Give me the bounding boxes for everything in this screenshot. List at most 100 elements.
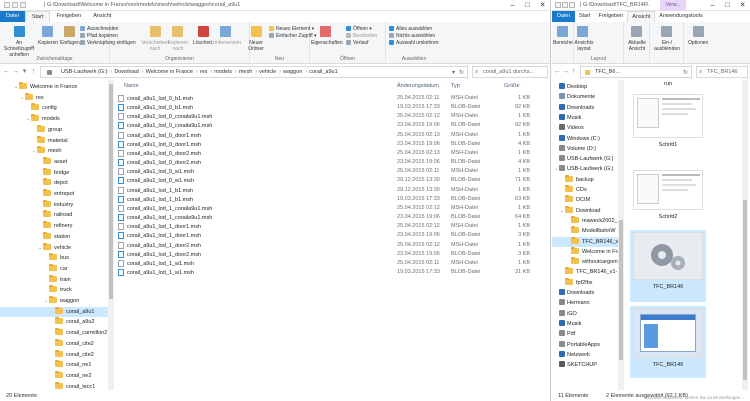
search-box[interactable]: ⌕ corail_a9u1 durchs... — [472, 66, 548, 78]
file-row[interactable]: corail_a9u1_lod_1_coraila9u1.msh 25.04.20… — [116, 204, 530, 213]
tree-item[interactable]: TFC_BR146_v1- — [552, 267, 618, 277]
breadcrumb-item[interactable]: Welcome in France — [146, 69, 193, 75]
tab-view[interactable]: Ansicht — [87, 11, 117, 22]
search-box[interactable]: ⌕ TFC_BR146 — [696, 66, 748, 78]
tree-item[interactable]: train — [0, 274, 108, 285]
tree-item[interactable]: corail_cite2 — [0, 338, 108, 349]
close-button[interactable]: ✕ — [735, 0, 750, 11]
breadcrumb-item[interactable]: res — [200, 69, 208, 75]
file-row[interactable]: corail_a9u1_lod_0_b1.msh 25.04.2015 02:11… — [116, 94, 530, 103]
up-button[interactable]: ↑ — [29, 66, 38, 78]
nav-scroll-thumb[interactable] — [619, 220, 623, 360]
thumbnail-tile[interactable]: Schritt1 — [630, 92, 706, 156]
file-row[interactable]: corail_a9u1_lod_1_door1.msh 23.04.2015 19… — [116, 231, 530, 240]
open-button[interactable]: Öffnen ▾ — [346, 26, 372, 32]
tree-item[interactable]: corail_a9u2 — [0, 317, 108, 327]
recent-button[interactable]: ▾ — [20, 66, 29, 78]
tree-item[interactable]: iGO — [552, 309, 618, 319]
column-date[interactable]: Änderungsdatum — [397, 83, 439, 92]
tree-item[interactable]: CDs — [552, 185, 618, 195]
tree-item[interactable]: Musik — [552, 113, 618, 123]
tree-item[interactable]: asset — [0, 156, 108, 167]
tree-item[interactable]: corail_carmillon2 — [0, 328, 108, 338]
tree-item[interactable]: depot — [0, 178, 108, 188]
tree-item[interactable]: ⌄ models — [0, 114, 108, 124]
breadcrumb-item[interactable]: TFC_B6... — [595, 69, 620, 75]
breadcrumb-item[interactable]: vehicle — [259, 69, 276, 75]
minimize-button[interactable]: – — [505, 0, 520, 11]
tree-item[interactable]: bus — [0, 253, 108, 263]
breadcrumb-item[interactable]: waggon — [283, 69, 302, 75]
tab-view[interactable]: Ansicht — [627, 11, 656, 22]
breadcrumb-separator-icon[interactable]: › — [196, 69, 198, 75]
tree-item[interactable]: PortableApps — [552, 340, 618, 350]
panes-button[interactable]: Bereiche — [553, 40, 573, 46]
tree-item[interactable]: car — [0, 263, 108, 274]
tree-item[interactable]: Pdf — [552, 329, 618, 339]
file-row[interactable]: corail_a9u1_lod_1_w1.msh 25.04.2015 02:11… — [116, 259, 530, 268]
maximize-button[interactable]: □ — [720, 0, 735, 11]
new-folder-button[interactable]: Neuer Ordner — [244, 40, 268, 52]
file-row[interactable]: corail_a9u1_lod_1_w1.msh 19.03.2015 17:33… — [116, 268, 530, 277]
tab-start[interactable]: Start — [575, 11, 595, 22]
tree-item[interactable]: ⌄ mesh — [0, 146, 108, 156]
tree-item[interactable]: Downloads — [552, 288, 618, 298]
refresh-icon[interactable]: ↻ — [683, 69, 688, 76]
breadcrumb-separator-icon[interactable]: › — [210, 69, 212, 75]
tree-item[interactable]: SKETCHUP — [552, 360, 618, 370]
rename-button[interactable]: Umbenennen — [211, 40, 241, 46]
tree-item[interactable]: Musik — [552, 319, 618, 329]
file-row[interactable]: corail_a9u1_lod_0_coraila9u1.msh 23.04.20… — [116, 121, 530, 130]
quick-access-icon[interactable] — [4, 2, 10, 8]
tree-item[interactable]: corail_ne1 — [0, 360, 108, 370]
copy-to-button[interactable]: Kopieren nach — [165, 40, 191, 52]
breadcrumb-separator-icon[interactable]: › — [235, 69, 237, 75]
breadcrumb-item[interactable]: models — [214, 69, 232, 75]
file-row[interactable]: corail_a9u1_lod_1_b1.msh 29.12.2015 13:30… — [116, 186, 530, 195]
up-button[interactable]: ↑ — [569, 66, 578, 78]
file-row[interactable]: corail_a9u1_lod_0_door2.msh 25.04.2015 02… — [116, 149, 530, 158]
file-row[interactable]: corail_a9u1_lod_0_door1.msh 25.04.2015 02… — [116, 131, 530, 140]
tree-item[interactable]: corail_a9u1 — [0, 306, 108, 317]
nav-scrollbar[interactable] — [618, 80, 624, 390]
edit-button[interactable]: Bearbeiten — [346, 33, 377, 39]
tree-item[interactable]: corail_tecc1 — [0, 381, 108, 390]
tree-item[interactable]: ⌄ waggon — [0, 296, 108, 306]
tree-item[interactable]: ⌄ vehicle — [0, 242, 108, 253]
options-button[interactable]: Optionen — [688, 40, 708, 46]
tree-item[interactable]: config — [0, 103, 108, 113]
column-type[interactable]: Typ — [451, 83, 460, 92]
file-row[interactable]: corail_a9u1_lod_0_door1.msh 23.04.2015 19… — [116, 140, 530, 149]
maximize-button[interactable]: □ — [520, 0, 535, 11]
tree-item[interactable]: Volume (D:) — [552, 144, 618, 154]
breadcrumb-item[interactable]: corail_a9u1 — [309, 69, 337, 75]
tab-share[interactable]: Freigeben — [50, 11, 87, 22]
file-row[interactable]: corail_a9u1_lod_1_b1.msh 19.03.2015 17:33… — [116, 195, 530, 204]
tree-item[interactable]: industry — [0, 199, 108, 210]
tab-share[interactable]: Freigeben — [594, 11, 627, 22]
paste-button[interactable]: Einfügen — [60, 40, 80, 46]
tree-item[interactable]: truck — [0, 285, 108, 295]
file-row[interactable]: corail_a9u1_lod_0_w1.msh 25.04.2015 02:11… — [116, 167, 530, 176]
column-size[interactable]: Größe — [504, 83, 520, 92]
content-scrollbar[interactable] — [742, 80, 748, 390]
nav-scrollbar[interactable] — [108, 80, 114, 390]
close-button[interactable]: ✕ — [535, 0, 550, 11]
address-bar[interactable]: TFC_B6... ↻ — [580, 66, 692, 78]
tree-item[interactable]: ⌄ Welcome in France — [0, 82, 108, 92]
tree-item[interactable]: Downloads — [552, 103, 618, 113]
current-view-button[interactable]: Aktuelle Ansicht — [625, 40, 649, 52]
layout-button[interactable]: Ansichts layout — [574, 40, 594, 52]
tree-item[interactable]: corail_ne2 — [0, 370, 108, 381]
file-row[interactable]: corail_a9u1_lod_0_b1.msh 19.03.2015 17:33… — [116, 103, 530, 112]
tab-file[interactable]: Datei — [552, 11, 575, 22]
thumbnail-tile[interactable]: TFC_BR146 — [630, 230, 706, 302]
history-button[interactable]: Verlauf — [346, 40, 369, 46]
thumbnail-tile[interactable]: run — [630, 80, 706, 92]
breadcrumb-separator-icon[interactable]: › — [255, 69, 257, 75]
file-row[interactable]: corail_a9u1_lod_1_coraila9u1.msh 23.04.20… — [116, 213, 530, 222]
tab-app-tools[interactable]: Anwendungstools — [655, 11, 706, 22]
tree-item[interactable]: USB-Laufwerk (G:) — [552, 154, 618, 164]
tree-item[interactable]: refinery — [0, 221, 108, 231]
tree-item[interactable]: TFC_BR146_v1- — [552, 236, 618, 247]
